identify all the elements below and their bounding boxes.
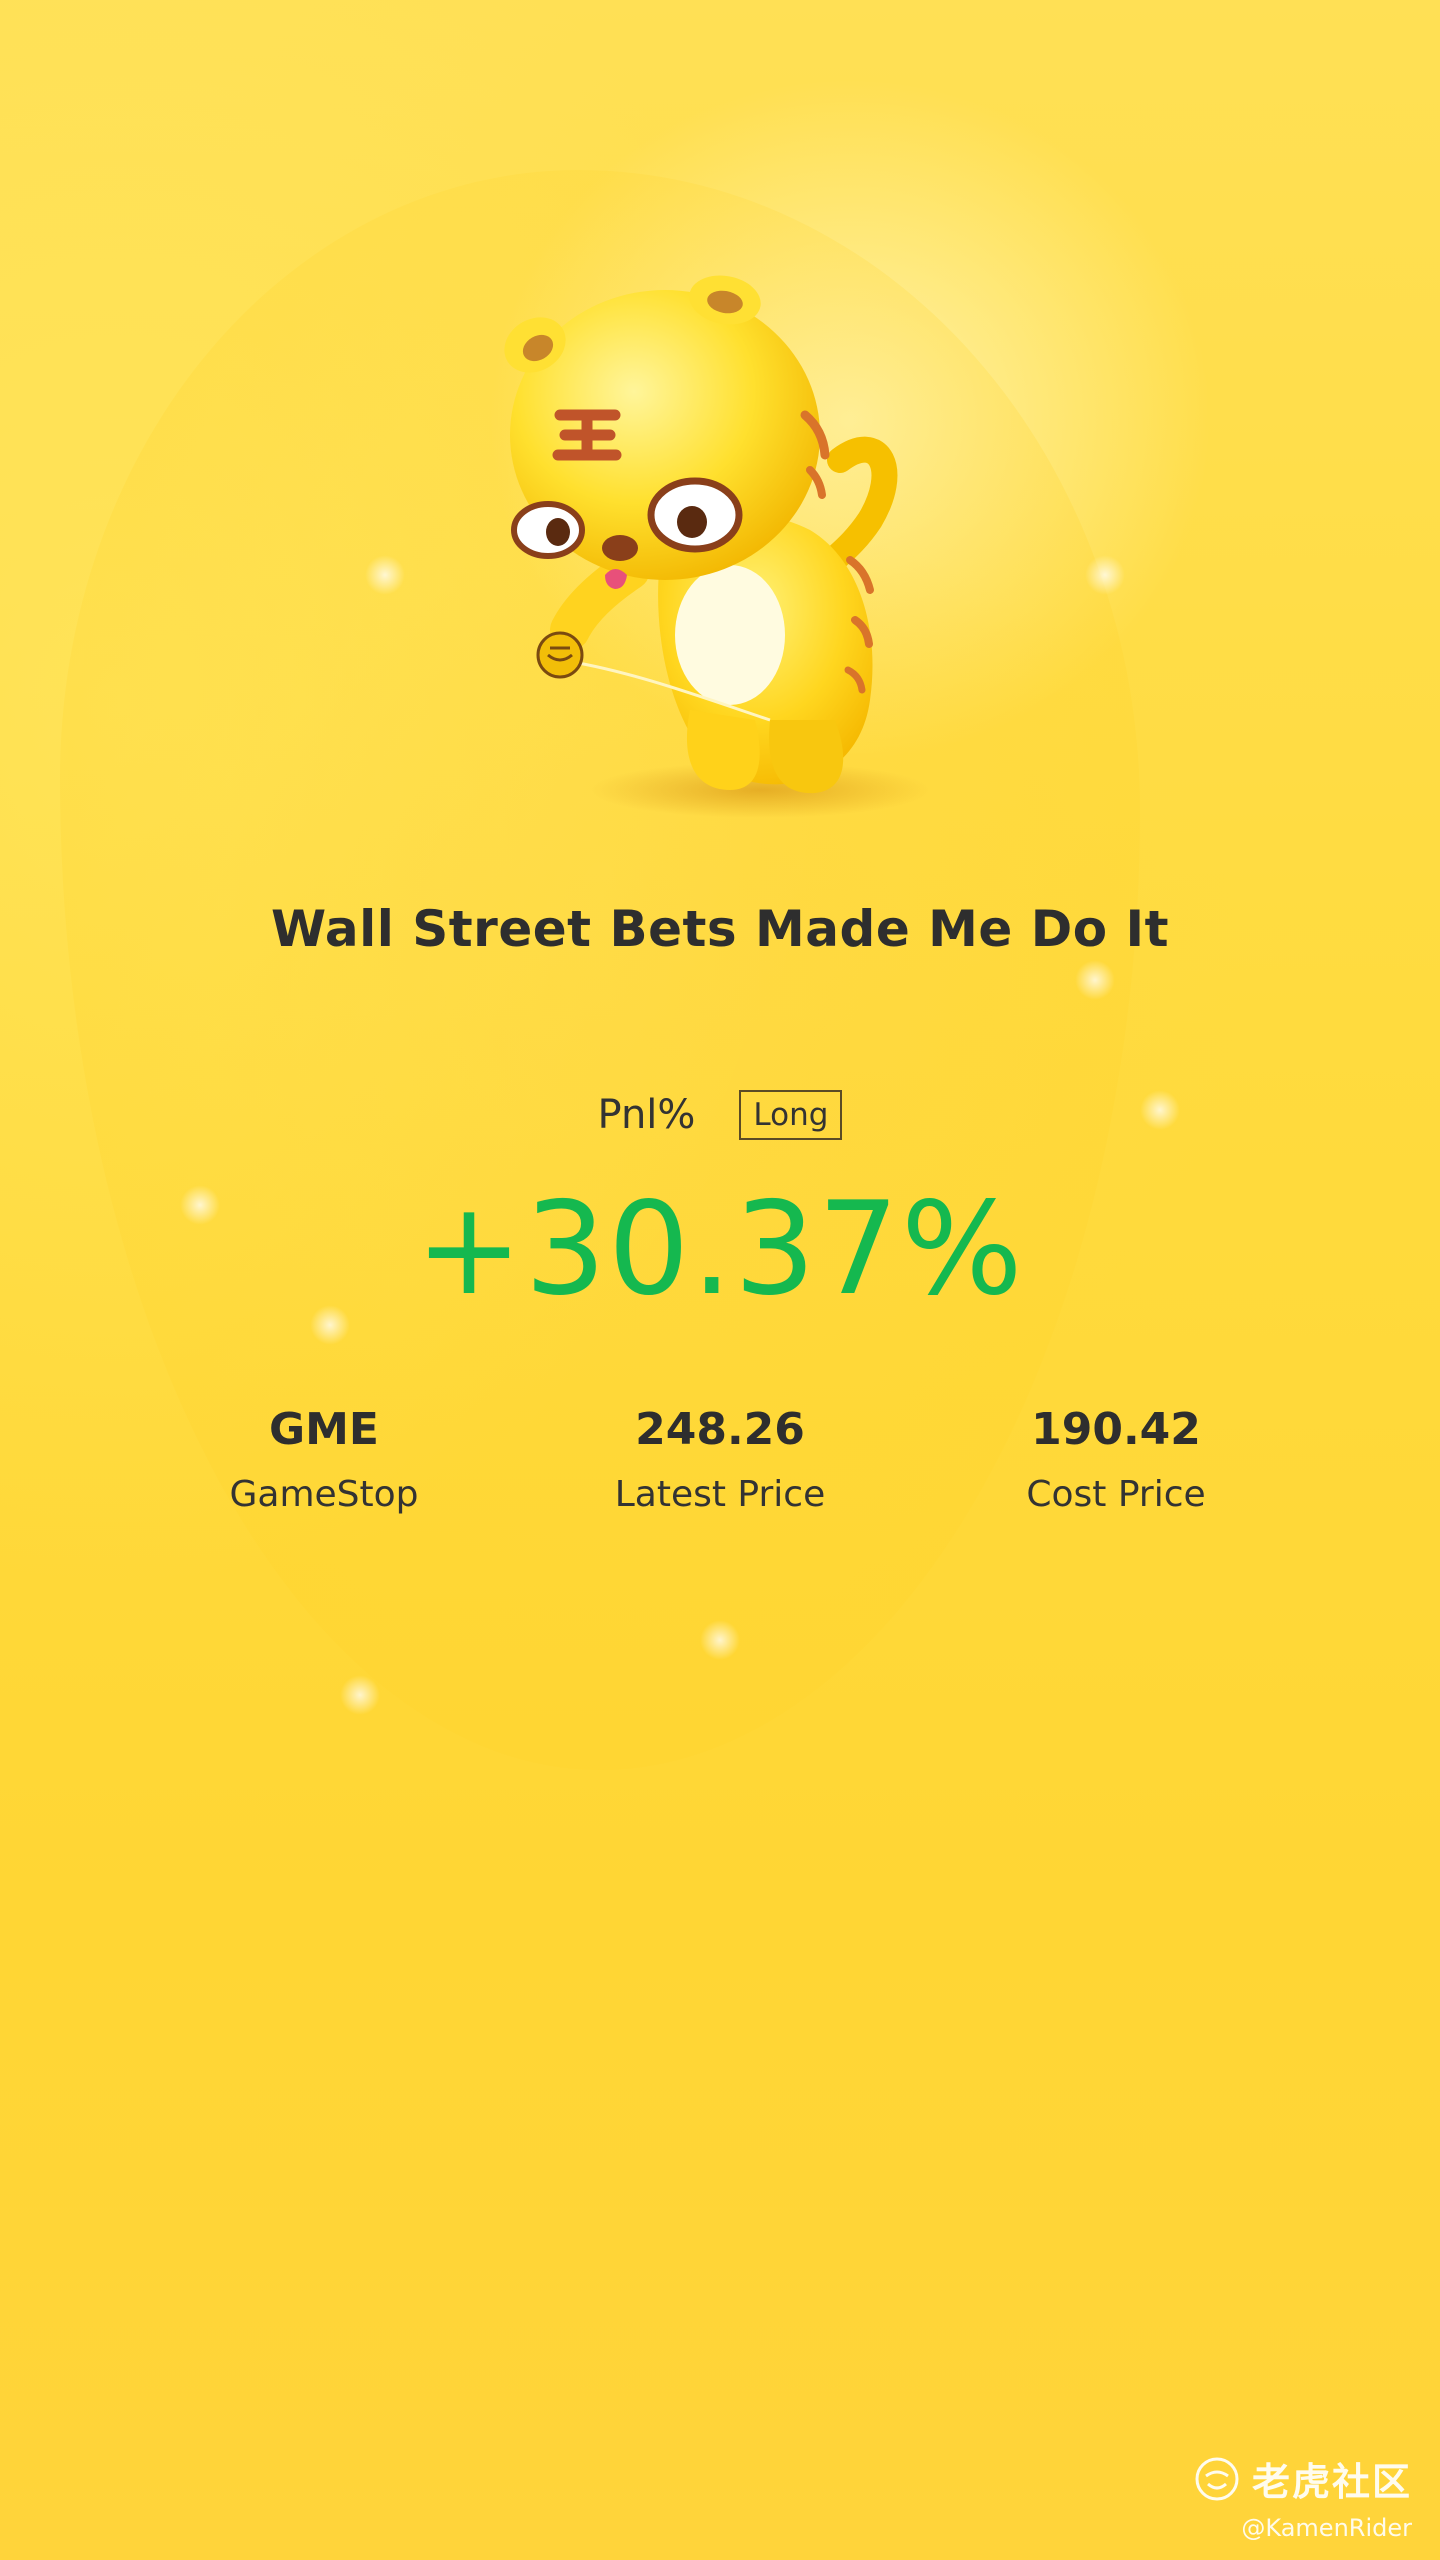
stat-latest-price-label: Latest Price — [614, 1474, 826, 1515]
stat-cost-price: 190.42 Cost Price — [936, 1400, 1296, 1515]
stat-cost-price-label: Cost Price — [1026, 1474, 1206, 1515]
stat-symbol-label: GameStop — [229, 1474, 419, 1515]
stat-latest-price-value: 248.26 — [635, 1404, 805, 1455]
pnl-label: Pnl% — [597, 1092, 696, 1138]
position-type-badge: Long — [739, 1090, 843, 1140]
stats-row: GME GameStop 248.26 Latest Price 190.42 … — [0, 1400, 1440, 1540]
sparkle-decoration — [1085, 555, 1125, 595]
watermark-brand-row: 老虎社区 — [1194, 2451, 1412, 2506]
stat-cost-price-value: 190.42 — [1031, 1404, 1201, 1455]
pnl-percentage: +30.37% — [415, 1175, 1025, 1324]
stat-latest-price: 248.26 Latest Price — [540, 1400, 900, 1515]
stat-symbol-value: GME — [269, 1404, 379, 1455]
sparkle-decoration — [365, 555, 405, 595]
stat-symbol: GME GameStop — [144, 1400, 504, 1515]
tiger-logo-icon — [1195, 2457, 1239, 2500]
sparkle-decoration — [1075, 960, 1115, 1000]
sparkle-decoration — [700, 1620, 740, 1660]
watermark-user: @KamenRider — [1241, 2514, 1412, 2542]
sparkle-decoration — [340, 1675, 380, 1715]
page-title: Wall Street Bets Made Me Do It — [270, 900, 1170, 958]
tiger-mascot-icon — [504, 275, 930, 818]
watermark: 老虎社区 @KamenRider — [1194, 2451, 1412, 2542]
pnl-header: Pnl% Long — [0, 1090, 1440, 1140]
share-card: Wall Street Bets Made Me Do It Pnl% Long… — [0, 0, 1440, 2560]
watermark-brand: 老虎社区 — [1251, 2460, 1412, 2504]
